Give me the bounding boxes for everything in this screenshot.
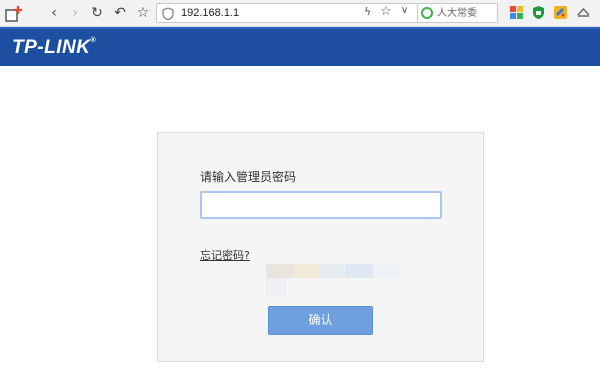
reload-icon[interactable]: ↻ bbox=[88, 4, 106, 22]
search-icon bbox=[421, 7, 433, 19]
search-box[interactable]: 人大常委 bbox=[418, 3, 498, 23]
tp-link-logo: TP-LINK® bbox=[12, 37, 97, 58]
cloud-icon[interactable] bbox=[576, 5, 591, 20]
blurred-region bbox=[266, 264, 400, 278]
star-icon[interactable]: ☆ bbox=[134, 4, 152, 22]
search-input[interactable]: 人大常委 bbox=[437, 6, 477, 21]
newtab-icon[interactable] bbox=[4, 4, 24, 24]
password-prompt: 请输入管理员密码 bbox=[200, 170, 297, 184]
forgot-password-link[interactable]: 忘记密码? bbox=[200, 247, 250, 263]
address-bar[interactable]: 192.168.1.1 ϟ ☆ ∨ bbox=[156, 3, 418, 23]
puzzle-icon[interactable] bbox=[553, 5, 568, 20]
password-field[interactable] bbox=[200, 191, 442, 219]
bolt-icon[interactable]: ϟ bbox=[364, 5, 371, 18]
url-text: 192.168.1.1 bbox=[181, 7, 240, 19]
undo-icon[interactable]: ↶ bbox=[111, 4, 129, 22]
forward-icon[interactable]: › bbox=[66, 4, 84, 22]
chevron-down-icon[interactable]: ∨ bbox=[401, 5, 408, 16]
browser-toolbar: ‹ › ↻ ↶ ☆ 192.168.1.1 ϟ ☆ ∨ 人大常委 bbox=[0, 0, 600, 27]
shield-icon bbox=[162, 7, 174, 20]
adblock-shield-icon[interactable] bbox=[531, 5, 546, 20]
login-panel: 请输入管理员密码 忘记密码? 确认 bbox=[157, 132, 484, 362]
confirm-button[interactable]: 确认 bbox=[268, 306, 373, 335]
bookmark-star-icon[interactable]: ☆ bbox=[380, 4, 392, 19]
blurred-region-lower bbox=[266, 278, 286, 296]
apps-grid-icon[interactable] bbox=[509, 5, 524, 20]
back-icon[interactable]: ‹ bbox=[45, 4, 63, 22]
page-header: TP-LINK® bbox=[0, 27, 600, 66]
